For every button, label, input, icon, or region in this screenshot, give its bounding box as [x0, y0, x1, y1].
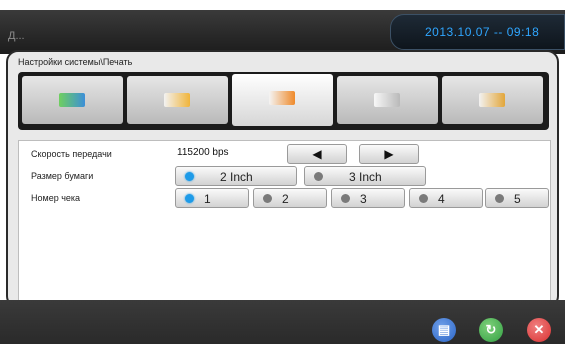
close-icon: ✕: [533, 322, 545, 337]
paper-size-label: Размер бумаги: [31, 171, 94, 181]
save-button[interactable]: ▤: [432, 318, 456, 342]
refresh-icon: ↻: [485, 322, 497, 337]
tab-strip: [18, 72, 549, 130]
tab-printer-settings[interactable]: [127, 76, 228, 124]
receipt-option-2[interactable]: 2: [253, 188, 327, 208]
radio-icon: [419, 194, 428, 203]
receipt-option-1[interactable]: 1: [175, 188, 249, 208]
receipt-number-label: Номер чека: [31, 193, 81, 203]
radio-icon: [263, 194, 272, 203]
bottom-bar: ▤ ↻ ✕: [0, 300, 565, 344]
radio-icon: [314, 172, 323, 181]
settings-panel: Настройки системы\Печать Скорость переда…: [6, 50, 559, 308]
speed-next-button[interactable]: ▶: [359, 144, 419, 164]
receipt-option-4[interactable]: 4: [409, 188, 483, 208]
tab-network-devices[interactable]: [442, 76, 543, 124]
tab-monitor[interactable]: [22, 76, 123, 124]
panel-title: Настройки системы\Печать: [18, 57, 133, 67]
datetime-display: 2013.10.07 -- 09:18: [390, 14, 565, 50]
printer-network-icon: [374, 93, 400, 107]
save-icon: ▤: [437, 322, 451, 337]
printer-settings-icon: [164, 93, 190, 107]
radio-icon: [495, 194, 504, 203]
app-title: Д...: [8, 30, 25, 42]
paper-size-option-2inch[interactable]: 2 Inch: [175, 166, 297, 186]
receipt-option-3[interactable]: 3: [331, 188, 405, 208]
monitor-icon: [59, 93, 85, 107]
network-devices-icon: [479, 93, 505, 107]
arrow-left-icon: ◀: [312, 147, 322, 161]
receipt-option-5[interactable]: 5: [485, 188, 549, 208]
speed-label: Скорость передачи: [31, 149, 112, 159]
radio-icon: [341, 194, 350, 203]
radio-selected-icon: [185, 194, 194, 203]
arrow-right-icon: ▶: [384, 147, 394, 161]
speed-prev-button[interactable]: ◀: [287, 144, 347, 164]
top-bar: Д... 2013.10.07 -- 09:18: [0, 10, 565, 54]
printer-icon: [269, 91, 295, 105]
tab-printer-network[interactable]: [337, 76, 438, 124]
speed-value: 115200 bps: [177, 147, 229, 158]
datetime-text: 2013.10.07 -- 09:18: [425, 25, 540, 39]
settings-form: Скорость передачи 115200 bps ◀ ▶ Размер …: [18, 140, 551, 302]
radio-selected-icon: [185, 172, 194, 181]
refresh-button[interactable]: ↻: [479, 318, 503, 342]
settings-screen: Д... 2013.10.07 -- 09:18 Настройки систе…: [0, 0, 565, 344]
tab-printer[interactable]: [232, 74, 333, 126]
paper-size-option-3inch[interactable]: 3 Inch: [304, 166, 426, 186]
close-button[interactable]: ✕: [527, 318, 551, 342]
